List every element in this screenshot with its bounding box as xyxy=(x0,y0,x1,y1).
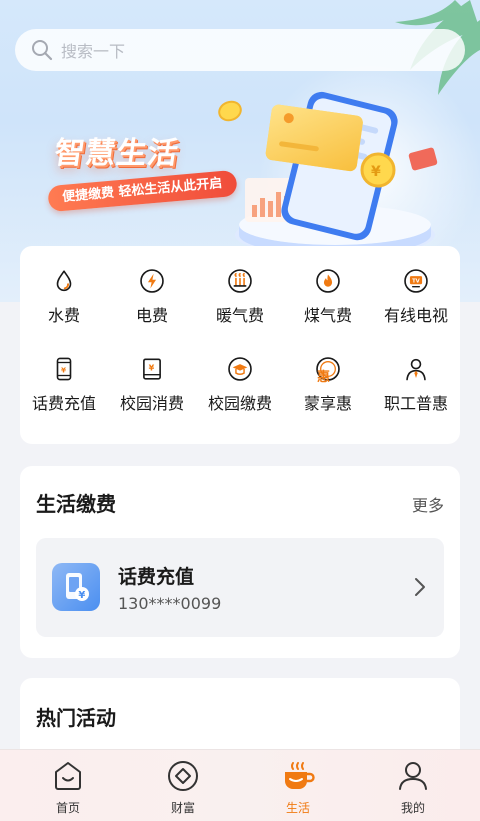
service-label: 有线电视 xyxy=(383,306,448,325)
life-payment-section: 生活缴费 更多 ¥ 话费充值 130****0099 xyxy=(20,466,460,658)
tab-life[interactable]: 生活 xyxy=(250,750,346,821)
search-icon xyxy=(32,40,53,61)
water-drop-icon xyxy=(56,270,72,292)
service-label: 水费 xyxy=(47,306,80,325)
tab-label: 首页 xyxy=(55,801,80,815)
bottom-tab-bar: 首页 财富 生活 我的 xyxy=(0,749,480,821)
lightning-icon xyxy=(140,269,164,293)
phone-recharge-icon: ¥ xyxy=(56,357,72,381)
search-placeholder: 搜索一下 xyxy=(61,42,126,61)
campus-spend-icon: ¥ xyxy=(143,358,161,380)
section-title: 热门活动 xyxy=(36,706,116,730)
chevron-right-icon xyxy=(415,578,425,596)
item-title: 话费充值 xyxy=(118,566,195,588)
service-cable-tv[interactable]: TV 有线电视 xyxy=(372,246,460,326)
tab-mine[interactable]: 我的 xyxy=(365,750,461,821)
svg-text:¥: ¥ xyxy=(371,164,381,180)
tv-icon: TV xyxy=(404,269,428,293)
service-water[interactable]: 水费 xyxy=(20,246,108,326)
banner-slogan: 智慧生活 xyxy=(52,136,181,171)
service-label: 煤气费 xyxy=(303,306,352,325)
graduation-cap-icon xyxy=(228,357,252,381)
services-grid: 水费 电费 暖气费 煤气费 TV 有线电视 ¥ 话费充值 ¥ 校园消费 校园缴费… xyxy=(20,246,460,444)
service-electricity[interactable]: 电费 xyxy=(108,246,196,326)
section-title: 生活缴费 xyxy=(36,492,116,516)
service-campus-spend[interactable]: ¥ 校园消费 xyxy=(108,334,196,414)
tab-home[interactable]: 首页 xyxy=(20,750,116,821)
service-label: 暖气费 xyxy=(215,306,264,325)
service-label: 校园消费 xyxy=(119,394,184,413)
svg-text:¥: ¥ xyxy=(78,590,85,601)
employee-icon xyxy=(406,358,426,381)
tab-wealth[interactable]: 财富 xyxy=(135,750,231,821)
user-icon xyxy=(399,762,427,790)
service-label: 职工普惠 xyxy=(383,394,448,413)
more-link[interactable]: 更多 xyxy=(412,492,444,516)
search-bar[interactable]: 搜索一下 xyxy=(15,29,465,71)
service-label: 话费充值 xyxy=(31,394,96,413)
home-icon xyxy=(55,762,81,790)
svg-text:¥: ¥ xyxy=(61,365,66,374)
tab-label: 财富 xyxy=(170,801,195,815)
service-label: 蒙享惠 xyxy=(303,394,352,413)
tab-label: 生活 xyxy=(285,801,310,815)
wealth-icon xyxy=(168,761,198,791)
phone-number: 130****0099 xyxy=(118,594,222,613)
service-label: 电费 xyxy=(135,306,168,325)
svg-text:¥: ¥ xyxy=(149,363,155,373)
service-employee-benefit[interactable]: 职工普惠 xyxy=(372,334,460,414)
tab-label: 我的 xyxy=(400,801,425,815)
coffee-cup-icon xyxy=(285,762,315,789)
svg-text:TV: TV xyxy=(412,278,421,284)
flame-icon xyxy=(316,269,340,293)
heater-icon xyxy=(228,269,252,293)
phone-yuan-icon: ¥ xyxy=(52,563,100,611)
phone-recharge-item[interactable]: ¥ 话费充值 130****0099 xyxy=(36,538,444,637)
service-gas[interactable]: 煤气费 xyxy=(284,246,372,326)
service-phone-recharge[interactable]: ¥ 话费充值 xyxy=(20,334,108,414)
service-campus-fees[interactable]: 校园缴费 xyxy=(196,334,284,414)
hui-glyph: 惠 xyxy=(317,370,331,385)
service-label: 校园缴费 xyxy=(207,394,272,413)
service-heating[interactable]: 暖气费 xyxy=(196,246,284,326)
